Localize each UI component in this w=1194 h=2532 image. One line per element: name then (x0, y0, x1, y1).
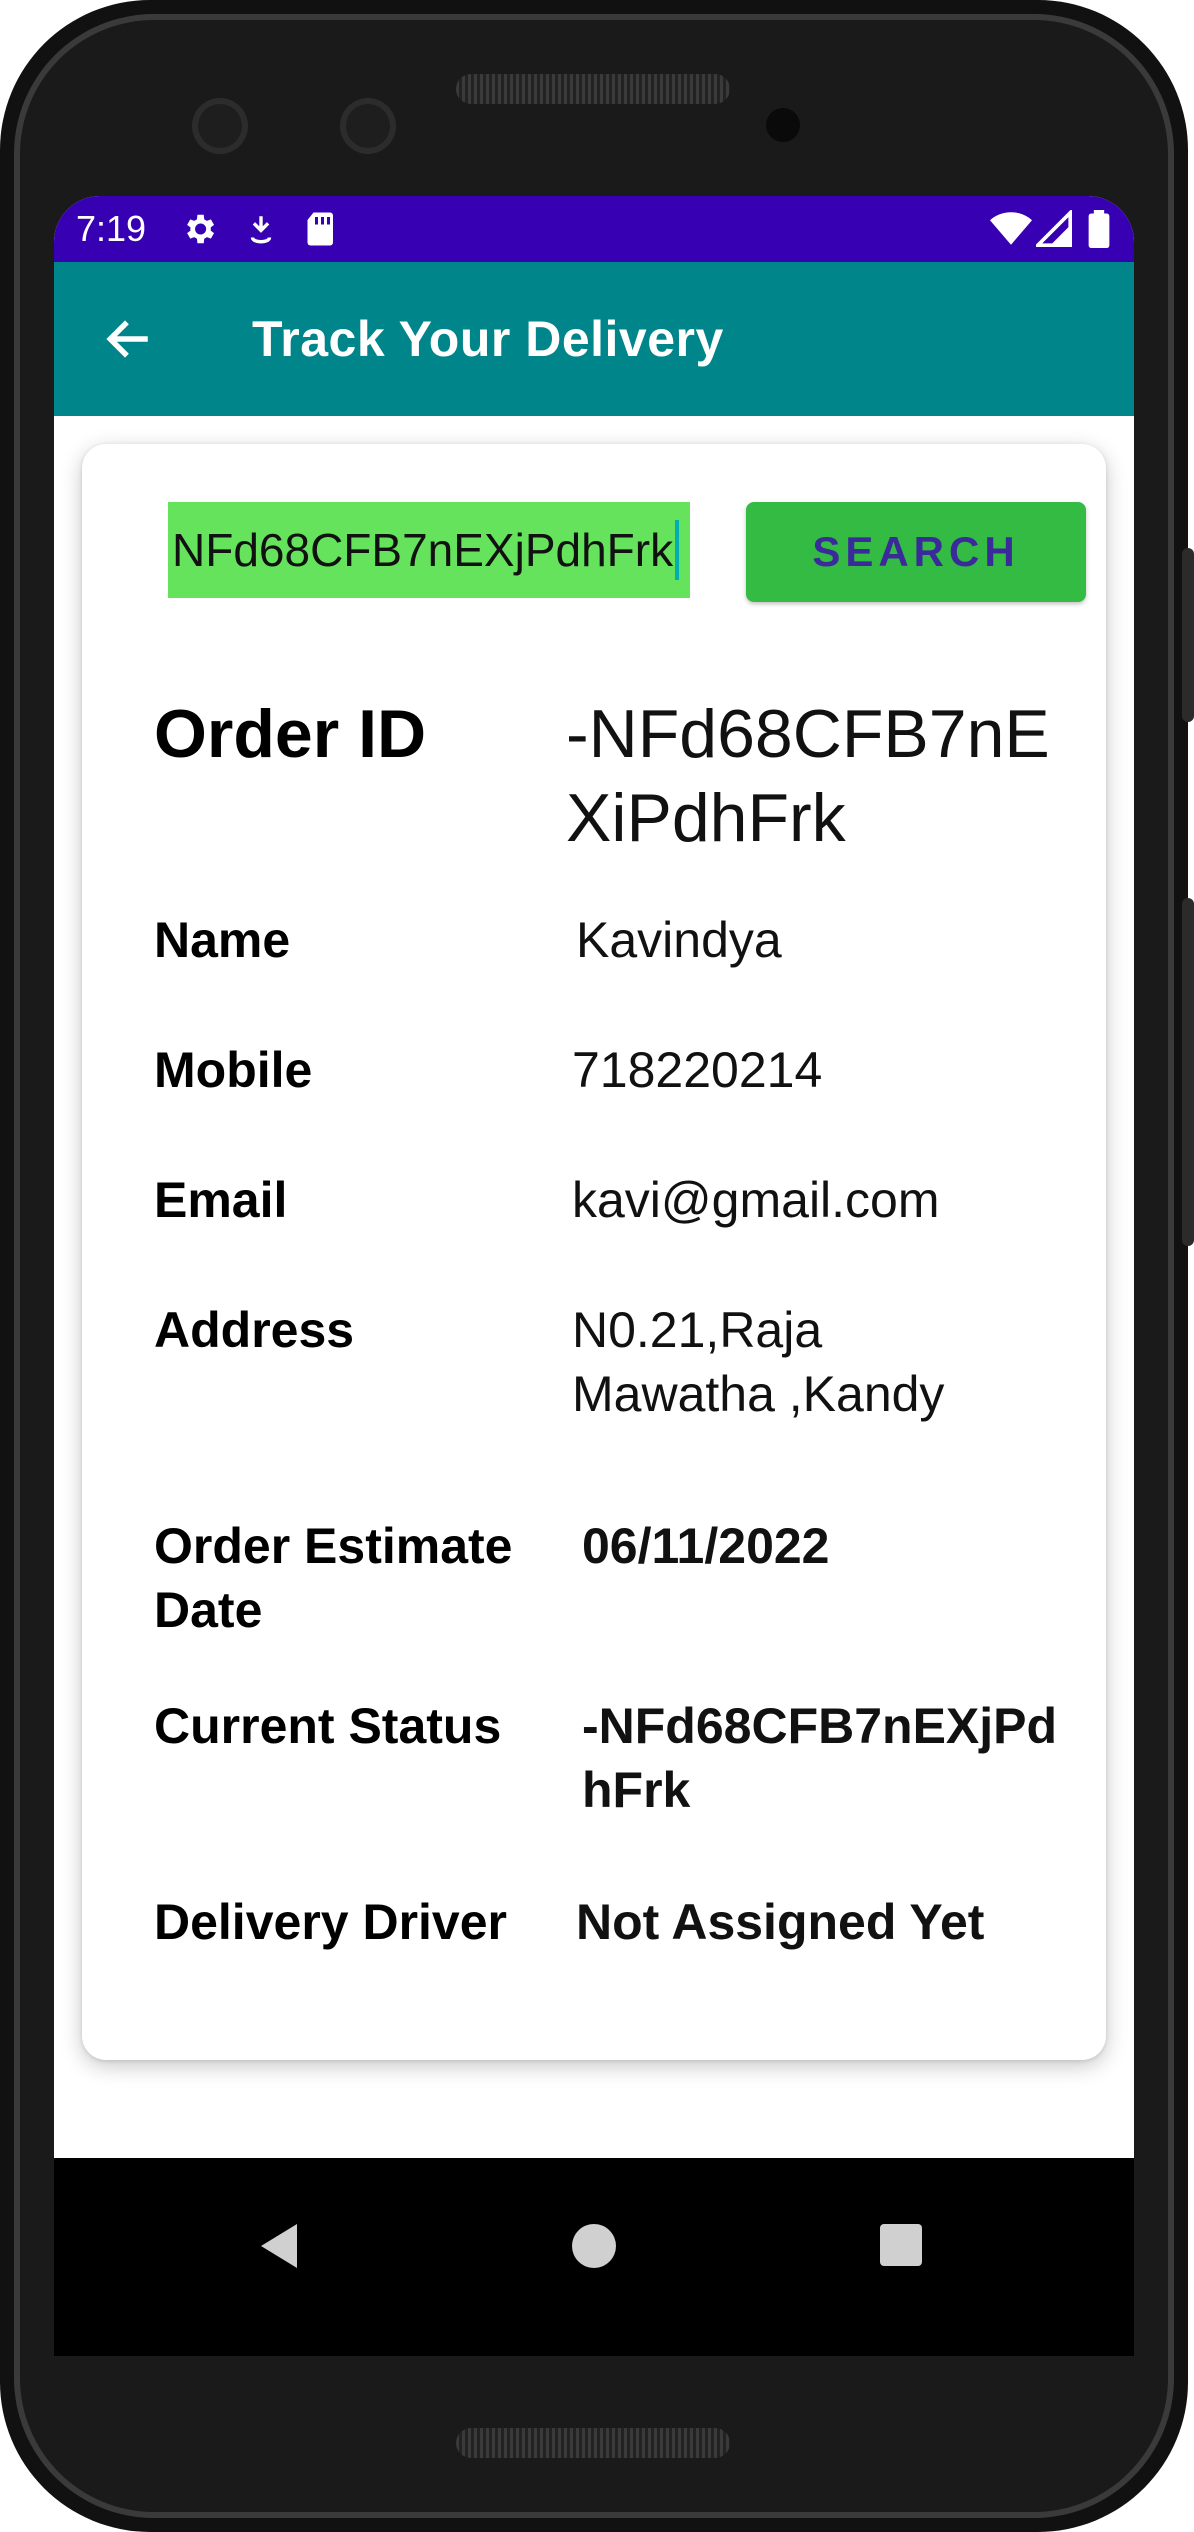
wifi-icon (990, 212, 1032, 245)
text-cursor (675, 520, 680, 580)
gear-icon (187, 214, 215, 244)
app-bar: Track Your Delivery (54, 262, 1134, 416)
front-camera-left (192, 98, 248, 154)
system-nav-bar (54, 2158, 1134, 2356)
estimate-date-label-line2: Date (154, 1582, 263, 1638)
address-label: Address (154, 1302, 355, 1358)
search-button[interactable]: SEARCH (746, 502, 1086, 602)
name-value: Kavindya (576, 912, 782, 968)
top-speaker (456, 74, 730, 104)
address-value-line1: N0.21,Raja (572, 1302, 823, 1358)
current-status-value-line1: -NFd68CFB7nEXjPd (582, 1698, 1058, 1754)
search-input[interactable]: NFd68CFB7nEXjPdhFrk (168, 502, 690, 598)
front-camera-right (340, 98, 396, 154)
power-button (1182, 548, 1194, 722)
recents-square-icon[interactable] (880, 2224, 922, 2266)
delivery-driver-label: Delivery Driver (154, 1894, 508, 1950)
address-value-line2: Mawatha ,Kandy (572, 1366, 945, 1422)
name-label: Name (154, 912, 291, 968)
bottom-speaker (456, 2428, 730, 2458)
email-value: kavi@gmail.com (572, 1172, 940, 1228)
mobile-label: Mobile (154, 1042, 313, 1098)
status-bar: 7:19 (54, 196, 1134, 262)
screen: 7:19 Track Your Delivery NFd68CFB7nEXjPd… (54, 196, 1134, 2356)
proximity-sensor (766, 108, 800, 142)
signal-icon (1036, 210, 1072, 247)
current-status-value-line2: hFrk (582, 1762, 691, 1818)
search-input-value: NFd68CFB7nEXjPdhFrk (172, 524, 674, 576)
estimate-date-label-line1: Order Estimate (154, 1518, 513, 1574)
order-id-value-line2: XiPdhFrk (566, 780, 846, 856)
back-triangle-icon[interactable] (258, 2222, 300, 2270)
order-id-value-line1: -NFd68CFB7nE (566, 696, 1050, 772)
delivery-details-card: NFd68CFB7nEXjPdhFrk SEARCH Order ID -NFd… (82, 444, 1106, 2060)
estimate-date-value: 06/11/2022 (582, 1518, 830, 1574)
current-status-label: Current Status (154, 1698, 502, 1754)
download-icon (250, 216, 272, 244)
email-label: Email (154, 1172, 288, 1228)
status-time: 7:19 (76, 208, 147, 249)
delivery-driver-value: Not Assigned Yet (576, 1894, 985, 1950)
battery-icon (1088, 210, 1110, 248)
order-id-label: Order ID (154, 696, 427, 772)
home-circle-icon[interactable] (572, 2224, 616, 2268)
arrow-left-icon[interactable] (104, 314, 154, 364)
mobile-value: 718220214 (572, 1042, 823, 1098)
volume-button (1182, 898, 1194, 1246)
sd-card-icon (307, 212, 333, 246)
page-title: Track Your Delivery (252, 311, 724, 367)
